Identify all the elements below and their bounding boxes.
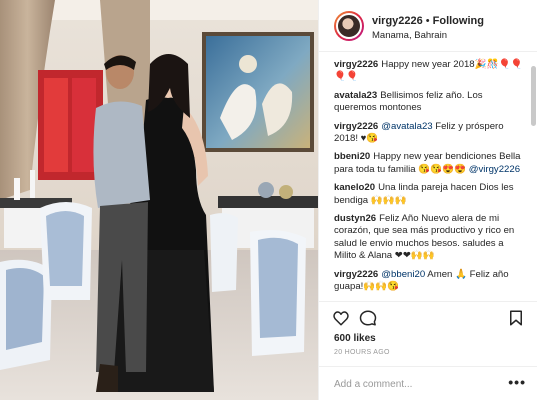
comment-mention[interactable]: @virgy2226 [469, 164, 520, 175]
post-photo[interactable] [0, 0, 318, 400]
comment-item: dustyn26 Feliz Año Nuevo alera de mi cora… [334, 213, 526, 263]
action-bar [319, 301, 537, 331]
comment-username[interactable]: kanelo20 [334, 182, 375, 193]
likes-count[interactable]: 600 likes [334, 333, 376, 344]
comment-username[interactable]: bbeni20 [334, 151, 370, 162]
avatar[interactable] [334, 11, 364, 41]
post-sidebar: virgy2226 • Following Manama, Bahrain virg… [318, 0, 537, 400]
username-link[interactable]: virgy2226 [372, 15, 423, 27]
comments-scrollbar[interactable] [531, 56, 536, 300]
avatar-image [336, 13, 362, 39]
comment-item: bbeni20 Happy new year bendiciones Bella … [334, 151, 526, 176]
post-header: virgy2226 • Following Manama, Bahrain [319, 0, 537, 52]
comment-list[interactable]: virgy2226 Happy new year 2018🎉🎊🎈🎈🎈🎈 avatal… [319, 53, 537, 301]
comment-item: avatala23 Bellisimos feliz año. Los quere… [334, 90, 526, 115]
comment-mention[interactable]: @bbeni20 [381, 269, 425, 280]
comment-icon[interactable] [359, 309, 377, 327]
comment-item: virgy2226 Happy new year 2018🎉🎊🎈🎈🎈🎈 [334, 59, 526, 84]
comment-username[interactable]: virgy2226 [334, 269, 378, 280]
comment-item: kanelo20 Una linda pareja hacen Dios les … [334, 182, 526, 207]
following-button[interactable]: Following [433, 15, 484, 27]
comment-item: virgy2226 @bbeni20 Amen 🙏 Feliz año guapa… [334, 269, 526, 294]
location-link[interactable]: Manama, Bahrain [372, 30, 447, 41]
heart-icon[interactable] [332, 309, 350, 327]
comment-username[interactable]: avatala23 [334, 90, 377, 101]
post-timestamp[interactable]: 20 HOURS AGO [334, 349, 390, 356]
add-comment-bar: ••• [319, 366, 537, 400]
comment-username[interactable]: virgy2226 [334, 121, 378, 132]
comment-input[interactable] [334, 375, 504, 393]
separator-dot: • [425, 15, 430, 27]
scrollbar-thumb[interactable] [531, 66, 536, 126]
header-line: virgy2226 • Following [372, 15, 484, 27]
more-icon[interactable]: ••• [508, 374, 526, 390]
comment-item: virgy2226 @avatala23 Feliz y próspero 201… [334, 121, 526, 146]
comment-username[interactable]: dustyn26 [334, 213, 376, 224]
bookmark-icon[interactable] [507, 309, 525, 327]
comment-username[interactable]: virgy2226 [334, 59, 378, 70]
comment-mention[interactable]: @avatala23 [381, 121, 432, 132]
post-photo-art [0, 0, 318, 400]
